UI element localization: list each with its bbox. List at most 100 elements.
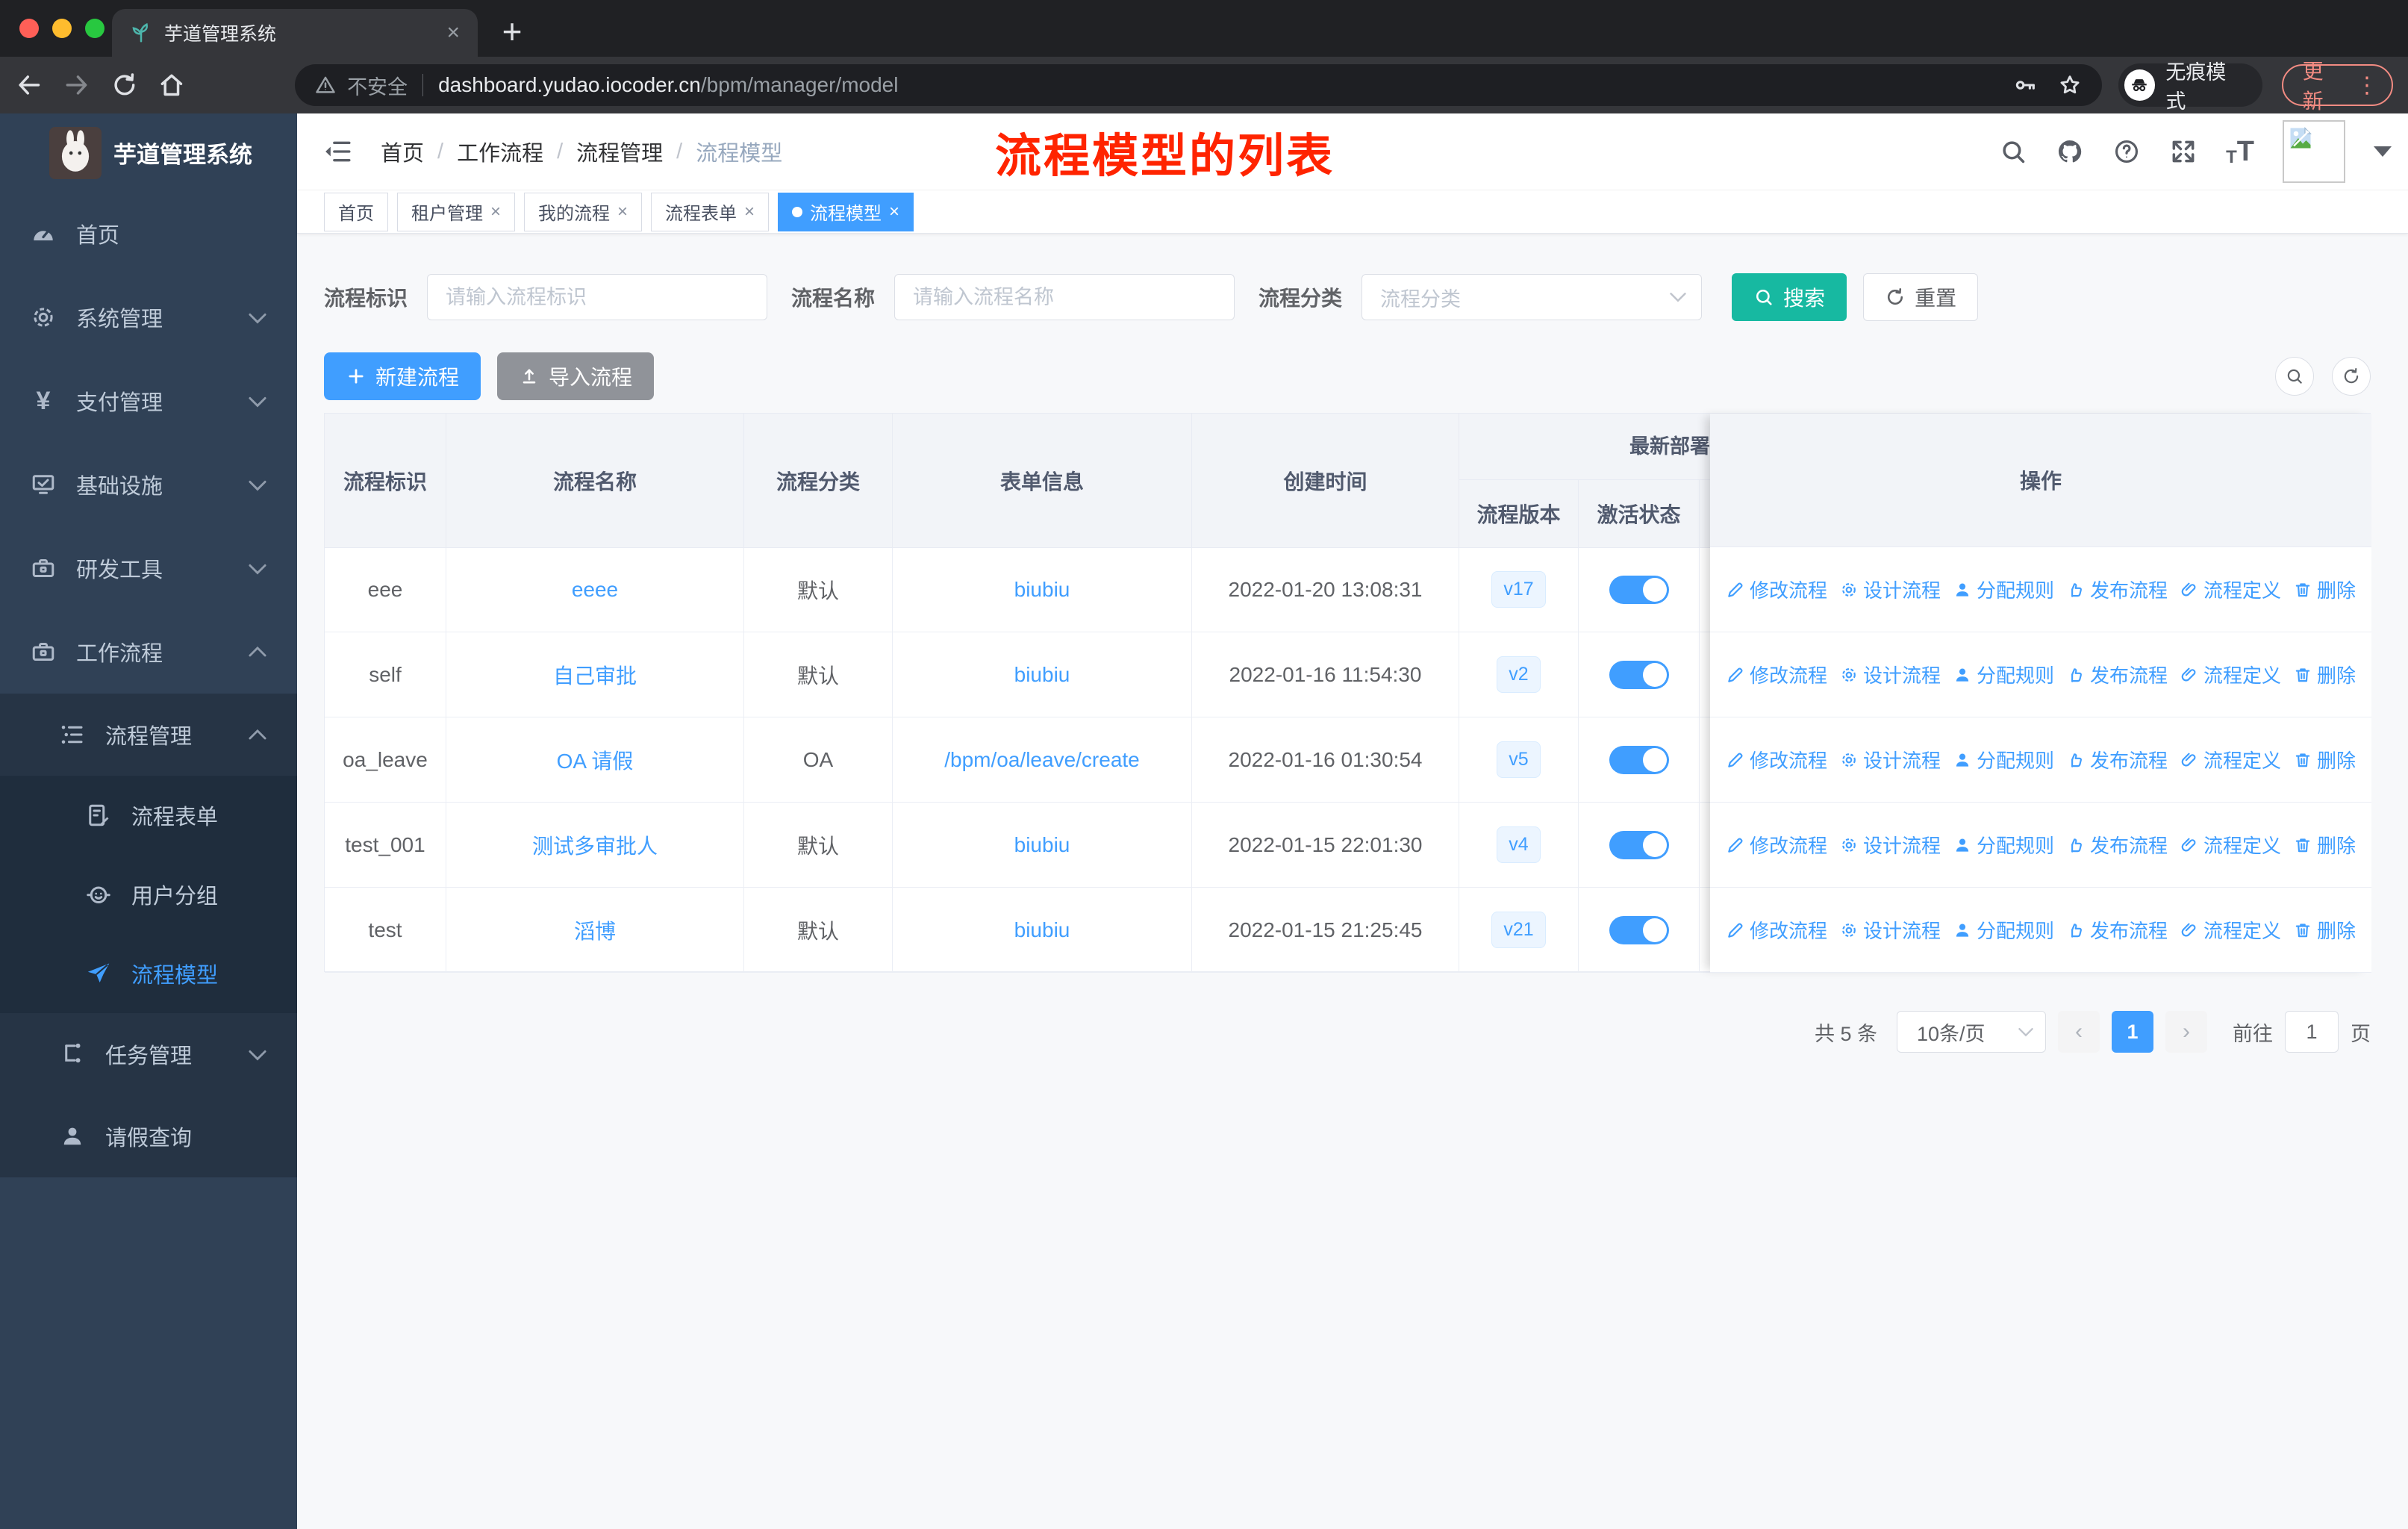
home-icon[interactable]: [157, 71, 186, 99]
reset-button[interactable]: 重置: [1863, 273, 1979, 321]
process-definition-link[interactable]: 流程定义: [2180, 576, 2281, 603]
assign-rule-link[interactable]: 分配规则: [1953, 576, 2054, 603]
edit-process-link[interactable]: 修改流程: [1726, 661, 1827, 688]
avatar-caret-icon[interactable]: [2374, 146, 2392, 157]
sidebar-item-process-mgmt[interactable]: 流程管理: [0, 694, 297, 776]
github-icon[interactable]: [2056, 137, 2084, 166]
help-icon[interactable]: [2112, 137, 2141, 166]
process-name-link[interactable]: 滔博: [574, 915, 616, 945]
sidebar-item-process-form[interactable]: 流程表单: [0, 776, 297, 855]
edit-process-link[interactable]: 修改流程: [1726, 831, 1827, 859]
sidebar-item-user-group[interactable]: 用户分组: [0, 855, 297, 934]
bookmark-star-icon[interactable]: [2057, 72, 2083, 98]
tag-close-icon[interactable]: ×: [617, 202, 628, 222]
form-link[interactable]: biubiu: [1014, 663, 1070, 687]
prev-page-button[interactable]: ‹: [2058, 1011, 2100, 1053]
sidebar-fold-icon[interactable]: [322, 137, 352, 166]
sidebar-item-leave-query[interactable]: 请假查询: [0, 1095, 297, 1177]
process-name-link[interactable]: OA 请假: [557, 745, 634, 775]
process-definition-link[interactable]: 流程定义: [2180, 831, 2281, 859]
edit-process-link[interactable]: 修改流程: [1726, 746, 1827, 773]
delete-link[interactable]: 删除: [2293, 831, 2356, 859]
publish-process-link[interactable]: 发布流程: [2066, 576, 2168, 603]
active-toggle[interactable]: [1609, 745, 1669, 774]
process-name-link[interactable]: 测试多审批人: [532, 830, 658, 860]
process-name-link[interactable]: eeee: [572, 578, 618, 602]
design-process-link[interactable]: 设计流程: [1839, 661, 1941, 688]
sidebar-item-task-mgmt[interactable]: 任务管理: [0, 1013, 297, 1095]
sidebar-item-workflow[interactable]: 工作流程: [0, 610, 297, 694]
breadcrumb-item[interactable]: 流程管理: [576, 136, 663, 167]
goto-page-input[interactable]: [2285, 1011, 2339, 1053]
publish-process-link[interactable]: 发布流程: [2066, 916, 2168, 944]
form-link[interactable]: /bpm/oa/leave/create: [944, 748, 1140, 772]
process-name-link[interactable]: 自己审批: [553, 660, 637, 690]
active-toggle[interactable]: [1609, 830, 1669, 859]
form-link[interactable]: biubiu: [1014, 578, 1070, 602]
toggle-search-icon-button[interactable]: [2275, 357, 2314, 396]
process-definition-link[interactable]: 流程定义: [2180, 661, 2281, 688]
tag-home[interactable]: 首页: [324, 192, 388, 231]
active-toggle[interactable]: [1609, 660, 1669, 689]
address-bar[interactable]: 不安全 dashboard.yudao.iocoder.cn/bpm/manag…: [295, 64, 2102, 106]
sidebar-item-system[interactable]: 系统管理: [0, 275, 297, 359]
assign-rule-link[interactable]: 分配规则: [1953, 661, 2054, 688]
delete-link[interactable]: 删除: [2293, 576, 2356, 603]
breadcrumb-item[interactable]: 首页: [381, 136, 424, 167]
sidebar-item-devtools[interactable]: 研发工具: [0, 526, 297, 610]
design-process-link[interactable]: 设计流程: [1839, 831, 1941, 859]
window-zoom-button[interactable]: [85, 19, 105, 38]
page-1-button[interactable]: 1: [2112, 1011, 2153, 1053]
fullscreen-icon[interactable]: [2169, 137, 2198, 166]
import-process-button[interactable]: 导入流程: [497, 352, 655, 400]
assign-rule-link[interactable]: 分配规则: [1953, 916, 2054, 944]
assign-rule-link[interactable]: 分配规则: [1953, 746, 2054, 773]
avatar[interactable]: [2283, 120, 2345, 183]
tab-close-icon[interactable]: ×: [446, 22, 460, 44]
password-key-icon[interactable]: [2012, 72, 2038, 98]
refresh-table-icon-button[interactable]: [2332, 357, 2371, 396]
delete-link[interactable]: 删除: [2293, 916, 2356, 944]
assign-rule-link[interactable]: 分配规则: [1953, 831, 2054, 859]
delete-link[interactable]: 删除: [2293, 661, 2356, 688]
process-definition-link[interactable]: 流程定义: [2180, 916, 2281, 944]
tag-close-icon[interactable]: ×: [889, 202, 899, 222]
sidebar-item-pay[interactable]: ¥ 支付管理: [0, 359, 297, 443]
active-toggle[interactable]: [1609, 575, 1669, 604]
reload-icon[interactable]: [110, 71, 139, 99]
browser-update-button[interactable]: 更新 ⋮: [2281, 60, 2393, 113]
design-process-link[interactable]: 设计流程: [1839, 746, 1941, 773]
browser-tab[interactable]: 芋道管理系统 ×: [112, 9, 478, 57]
form-link[interactable]: biubiu: [1014, 833, 1070, 857]
sidebar-item-process-model[interactable]: 流程模型: [0, 934, 297, 1013]
category-select[interactable]: 流程分类: [1361, 274, 1703, 320]
publish-process-link[interactable]: 发布流程: [2066, 831, 2168, 859]
tag-tenant[interactable]: 租户管理 ×: [397, 192, 516, 231]
window-close-button[interactable]: [19, 19, 39, 38]
back-icon[interactable]: [15, 71, 43, 99]
active-toggle[interactable]: [1609, 915, 1669, 944]
edit-process-link[interactable]: 修改流程: [1726, 916, 1827, 944]
sidebar-item-home[interactable]: 首页: [0, 192, 297, 275]
window-minimize-button[interactable]: [52, 19, 72, 38]
create-process-button[interactable]: 新建流程: [324, 352, 481, 400]
publish-process-link[interactable]: 发布流程: [2066, 746, 2168, 773]
tag-process-form[interactable]: 流程表单 ×: [651, 192, 770, 231]
search-button[interactable]: 搜索: [1732, 273, 1847, 321]
tag-process-model-active[interactable]: 流程模型 ×: [778, 192, 914, 231]
font-size-icon[interactable]: TT: [2226, 136, 2254, 168]
process-name-input[interactable]: [894, 274, 1235, 320]
form-link[interactable]: biubiu: [1014, 918, 1070, 942]
header-search-icon[interactable]: [1999, 137, 2027, 166]
tag-close-icon[interactable]: ×: [744, 202, 755, 222]
breadcrumb-item[interactable]: 工作流程: [457, 136, 543, 167]
process-id-input[interactable]: [427, 274, 768, 320]
publish-process-link[interactable]: 发布流程: [2066, 661, 2168, 688]
forward-icon[interactable]: [63, 71, 91, 99]
new-tab-button[interactable]: +: [491, 10, 533, 52]
delete-link[interactable]: 删除: [2293, 746, 2356, 773]
tag-my-process[interactable]: 我的流程 ×: [524, 192, 643, 231]
design-process-link[interactable]: 设计流程: [1839, 576, 1941, 603]
browser-menu-icon[interactable]: ⋮: [2356, 72, 2378, 99]
design-process-link[interactable]: 设计流程: [1839, 916, 1941, 944]
